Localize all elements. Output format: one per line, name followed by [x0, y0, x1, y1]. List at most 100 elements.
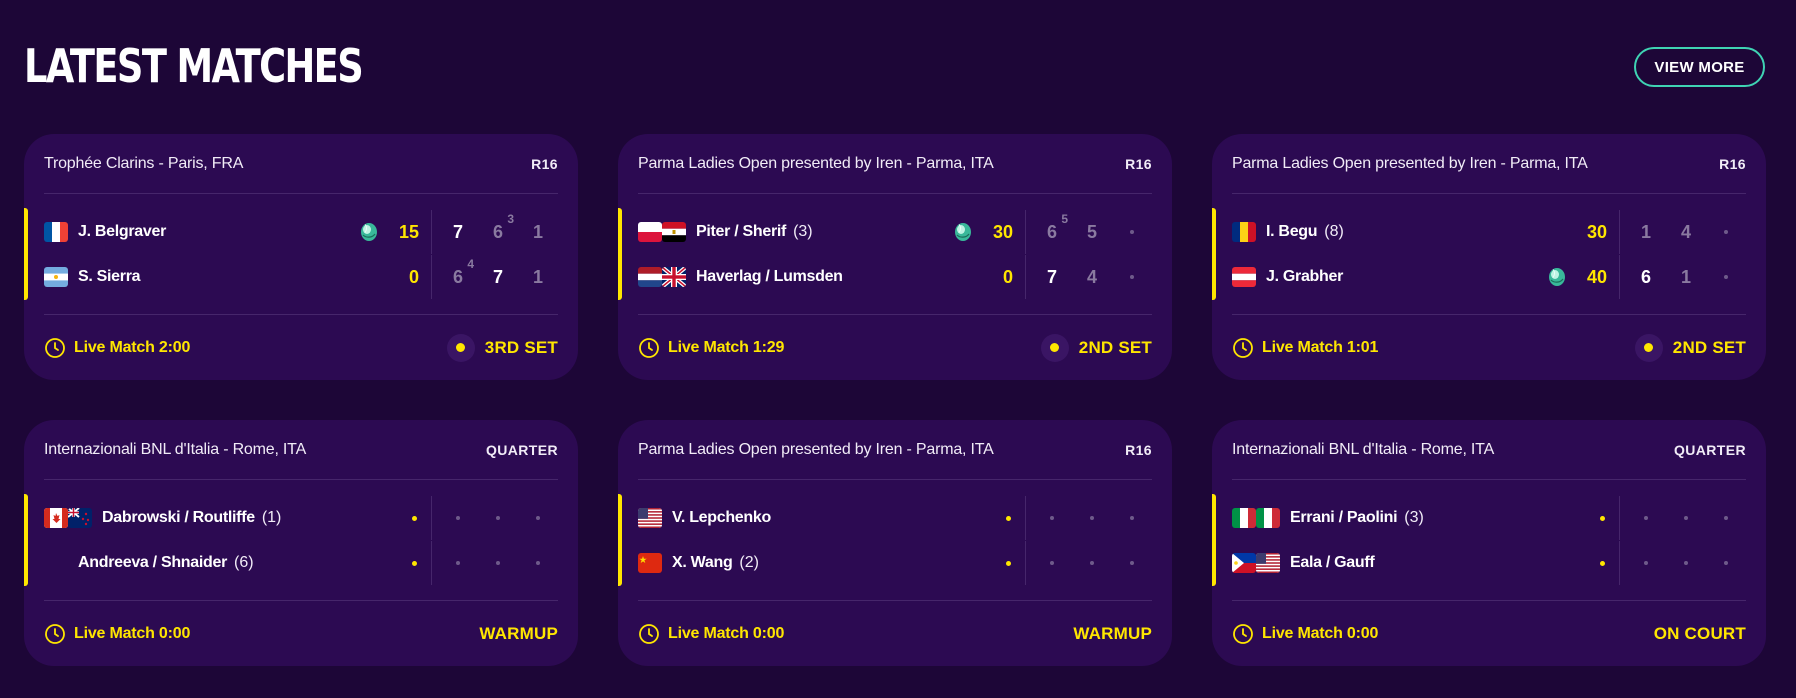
card-header: Parma Ladies Open presented by Iren - Pa… [638, 420, 1152, 480]
set-score-empty [438, 561, 478, 565]
player-flags [1232, 508, 1280, 528]
match-status: ON COURT [1654, 624, 1746, 644]
serving-ball-icon [359, 221, 379, 243]
match-card[interactable]: Trophée Clarins - Paris, FRA R16 J. Belgra… [24, 134, 578, 380]
set-scores: 7 63 1 [431, 210, 558, 254]
match-card[interactable]: Parma Ladies Open presented by Iren - Pa… [618, 134, 1172, 380]
live-timer: Live Match 0:00 [638, 623, 784, 645]
set-score-empty [1112, 275, 1152, 279]
set-score-empty [1706, 230, 1746, 234]
player-row: Dabrowski / Routliffe (1) [44, 496, 558, 540]
match-status-label: 2ND SET [1078, 337, 1152, 357]
round-label: R16 [1125, 155, 1152, 172]
tournament-name: Trophée Clarins - Paris, FRA [44, 154, 244, 172]
live-timer-label: Live Match 0:00 [668, 624, 785, 642]
clock-icon [638, 337, 660, 359]
set-score: 1 [532, 221, 543, 242]
live-indicator-bar [1212, 494, 1216, 586]
set-score-empty [1112, 230, 1152, 234]
clock-icon [638, 623, 660, 645]
tournament-name: Internazionali BNL d'Italia - Rome, ITA [1232, 440, 1495, 458]
set-scores [1025, 541, 1152, 585]
set-score-empty [1072, 516, 1112, 520]
set-scores: 61 [1619, 255, 1746, 299]
player-seed: (8) [1324, 223, 1344, 240]
player-row: Errani / Paolini (3) [1232, 496, 1746, 540]
set-score: 5 [1086, 221, 1097, 242]
round-label: R16 [531, 155, 558, 172]
player-flags [1232, 222, 1256, 242]
match-status-label: WARMUP [479, 623, 558, 643]
canada-flag [44, 508, 68, 528]
player-name: S. Sierra [78, 268, 141, 285]
match-card[interactable]: Internazionali BNL d'Italia - Rome, ITA Q… [24, 420, 578, 666]
card-footer: Live Match 2:00 3RD SET [44, 314, 558, 380]
player-seed: (3) [1404, 509, 1424, 526]
player-seed: (3) [793, 223, 813, 240]
austria-flag [1232, 267, 1256, 287]
card-header: Internazionali BNL d'Italia - Rome, ITA Q… [1232, 420, 1746, 480]
set-score-empty [1626, 516, 1666, 520]
live-timer-label: Live Match 0:00 [74, 624, 191, 642]
set-score-empty [1706, 275, 1746, 279]
round-label: QUARTER [485, 441, 558, 458]
set-scores [431, 541, 558, 585]
player-flags [44, 267, 68, 287]
clock-icon [44, 337, 66, 359]
usa-flag [1256, 553, 1280, 573]
current-point: 30 [992, 221, 1013, 242]
set-score: 4 [1680, 221, 1691, 242]
philippines-flag [1232, 553, 1256, 573]
live-timer-label: Live Match 1:01 [1262, 338, 1379, 356]
set-scores [1619, 541, 1746, 585]
match-status: WARMUP [1073, 624, 1152, 644]
set-scores: 655 [1025, 210, 1152, 254]
set-score: 6 [1640, 266, 1651, 287]
match-status-label: 3RD SET [484, 337, 558, 357]
view-more-button[interactable]: VIEW MORE [1634, 47, 1765, 87]
match-card[interactable]: Parma Ladies Open presented by Iren - Pa… [1212, 134, 1766, 380]
set-scores [431, 496, 558, 540]
status-dot-icon [1040, 333, 1069, 362]
italy-flag [1232, 508, 1256, 528]
player-row: S. Sierra 0 6 4 7 1 [44, 255, 558, 299]
argentina-flag [44, 267, 68, 287]
match-card[interactable]: Parma Ladies Open presented by Iren - Pa… [618, 420, 1172, 666]
match-status: 3RD SET [446, 333, 558, 362]
player-row: V. Lepchenko [638, 496, 1152, 540]
set-score-empty [1072, 561, 1112, 565]
matches-grid: Trophée Clarins - Paris, FRA R16 J. Belgra… [24, 134, 1766, 666]
match-status-label: 2ND SET [1672, 337, 1746, 357]
usa-flag [638, 508, 662, 528]
current-point-dot [391, 560, 419, 566]
player-name: Eala / Gauff [1290, 554, 1375, 571]
live-timer: Live Match 0:00 [44, 623, 190, 645]
set-score: 63 [492, 211, 514, 242]
set-score-empty [1706, 561, 1746, 565]
player-seed: (2) [739, 554, 759, 571]
tiebreak-score: 5 [1061, 211, 1068, 226]
tiebreak-score: 4 [467, 256, 474, 271]
live-timer-label: Live Match 1:29 [668, 338, 785, 356]
set-score-empty [438, 516, 478, 520]
player-seed: (1) [261, 509, 282, 526]
set-score-empty [1112, 516, 1152, 520]
set-score: 7 [452, 221, 463, 242]
card-footer: Live Match 0:00 WARMUP [638, 600, 1152, 666]
set-score: 1 [1680, 266, 1691, 287]
player-flags [44, 553, 68, 573]
live-timer: Live Match 1:29 [638, 337, 784, 359]
france-flag [44, 222, 68, 242]
player-name: Andreeva / Shnaider [78, 554, 228, 571]
match-card[interactable]: Internazionali BNL d'Italia - Rome, ITA Q… [1212, 420, 1766, 666]
set-score: 64 [452, 256, 474, 287]
china-flag [638, 553, 662, 573]
live-indicator-bar [24, 494, 28, 586]
tournament-name: Parma Ladies Open presented by Iren - Pa… [638, 440, 994, 458]
player-flags [638, 222, 686, 242]
player-row: X. Wang (2) [638, 541, 1152, 585]
current-point-dot [985, 515, 1013, 521]
clock-icon [1232, 337, 1254, 359]
set-score: 1 [1640, 221, 1651, 242]
player-name: I. Begu [1266, 223, 1318, 240]
